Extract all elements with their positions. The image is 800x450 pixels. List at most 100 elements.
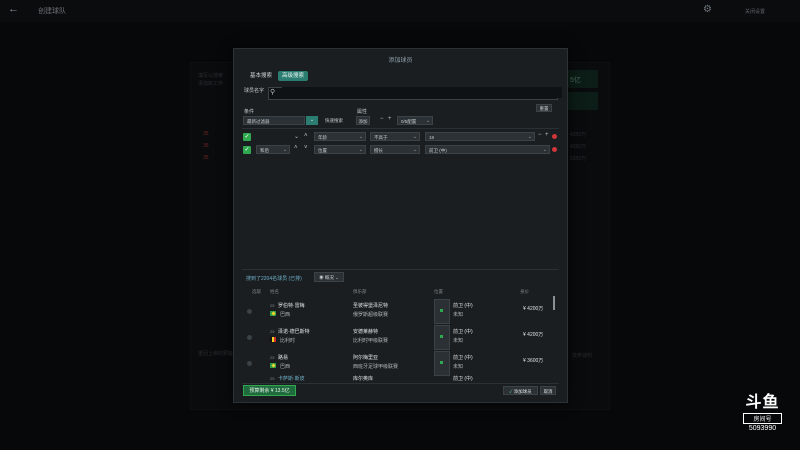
divider [242,383,559,384]
chevron-down-icon[interactable]: ⌄ [306,116,318,125]
filter-2-field: 位置 [318,148,327,153]
attr-minus-icon[interactable]: − [380,116,384,122]
filter-2-logic-select[interactable]: 和后 ⌄ [256,145,290,154]
player-name[interactable]: 罗伯特·雷梅 [278,302,305,309]
column-header-name[interactable]: 姓名 [270,289,279,295]
column-header-club[interactable]: 俱乐部 [353,289,367,295]
add-player-dialog: 添加球员 基本搜索 高级搜索 球员名字 ⚲ 条件 属性 重置 最新过滤器 ⌄ 快… [233,48,568,403]
tab-basic-search[interactable]: 基本搜索 [246,71,276,81]
player-club[interactable]: 库尔奥库 [353,375,373,382]
filter-2-op-select[interactable]: 擅长 ⌄ [370,145,420,154]
column-header-position[interactable]: 位置 [434,289,443,295]
table-row[interactable]: 25 卡萨斯·斯皮 库尔奥库 前卫 (中) [234,375,549,383]
filter-2-field-select[interactable]: 位置 ⌄ [314,145,366,154]
attr-plus-icon[interactable]: + [388,116,392,122]
player-position: 前卫 (中) [453,376,473,382]
player-nationality: 巴西 [280,312,291,318]
filter-2-logic: 和后 [260,148,269,153]
player-value: ¥ 4200万 [523,306,544,312]
filter-2-value-select[interactable]: 前卫 (中) ⌄ [425,145,550,154]
divider [242,269,559,270]
player-status: 未知 [453,312,464,318]
player-pos-number: 25 [270,376,275,381]
chevron-down-icon: ⌄ [527,134,532,140]
chevron-down-icon[interactable]: ⌄ [294,133,299,140]
player-pos-number: 25 [270,355,275,360]
quick-search-button[interactable]: 快速搜索 [320,116,348,125]
attr-count-select[interactable]: 0/5配置 ⌄ [397,116,433,125]
filter-1-field-select[interactable]: 年龄 ⌄ [314,132,366,141]
filter-1-checkbox[interactable]: ✓ [243,133,251,141]
brazil-flag-icon [270,363,276,368]
move-up-icon[interactable]: ˄ [294,145,298,151]
player-league: 西班牙足球甲级联赛 [353,364,399,370]
player-name[interactable]: 路易 [278,354,288,361]
cancel-button[interactable]: 取消 [540,386,556,395]
budget-remaining-button[interactable]: 预算剩余 ¥ 13.5亿 [243,385,296,396]
player-club[interactable]: 阿尔梅里亚 [353,354,378,361]
top-bar: ← 创建球队 ⚙ 关闭设置 [0,0,800,22]
filter-2-op: 擅长 [374,148,383,153]
chevron-down-icon: ⌄ [425,118,430,124]
plus-icon[interactable]: + [545,132,549,138]
filter-1-value: 18 [429,135,435,140]
filter-1-op: 不高于 [374,135,388,140]
move-down-icon[interactable]: ˅ [304,145,308,151]
filter-2-checkbox[interactable]: ✓ [243,146,251,154]
reset-button[interactable]: 重置 [536,104,552,112]
back-arrow-icon[interactable]: ← [8,3,19,15]
player-position: 前卫 (中) [453,303,473,309]
position-pitch-icon [434,325,450,350]
player-club[interactable]: 安德莱赫特 [353,328,378,335]
conditions-label: 条件 [244,109,255,115]
delete-filter-icon[interactable] [552,147,557,152]
add-player-button-label: 添加球员 [513,389,532,394]
chevron-down-icon: ⌄ [542,147,547,153]
chevron-down-icon: ⌄ [412,134,417,140]
column-header-select: 选取 [252,289,261,294]
minus-icon[interactable]: − [538,132,542,138]
player-league: 比利时甲级联赛 [353,338,389,344]
filter-1-value-select[interactable]: 18 ⌄ [425,132,535,141]
gear-icon[interactable]: ⚙ [703,4,712,15]
delete-filter-icon[interactable] [552,134,557,139]
search-icon: ⚲ [270,89,276,96]
filter-2-value: 前卫 (中) [429,148,447,153]
watermark-sub: 房间号 [743,413,782,424]
attributes-label: 属性 [357,109,368,115]
check-icon: ✓ [509,389,513,394]
position-marker [440,335,443,338]
chevron-down-icon: ⌄ [412,147,417,153]
player-name-label: 球员名字 [244,88,265,94]
filter-preset-select[interactable]: 最新过滤器 [243,116,305,125]
select-radio[interactable] [247,335,252,340]
select-radio[interactable] [247,309,252,314]
attr-add-button[interactable]: 添加 [356,116,370,125]
attr-count-value: 0/5配置 [401,119,417,124]
position-pitch-icon [434,299,450,324]
belgium-flag-icon [270,337,276,342]
player-name[interactable]: 泽诺·德巴斯特 [278,328,310,335]
position-marker [440,309,443,312]
move-up-icon[interactable]: ˄ [304,133,308,139]
filter-1-field: 年龄 [318,135,327,140]
filter-1-op-select[interactable]: 不高于 ⌄ [370,132,420,141]
player-pos-number: 25 [270,329,275,334]
position-marker [440,361,443,364]
tab-advanced-search[interactable]: 高级搜索 [278,71,309,81]
add-player-button[interactable]: ✓ 添加球员 [503,386,538,395]
player-club[interactable]: 圣彼得堡泽尼特 [353,302,388,309]
brazil-flag-icon [270,311,276,316]
player-name[interactable]: 卡萨斯·斯皮 [278,375,305,382]
player-value: ¥ 4200万 [523,332,544,338]
player-nationality: 比利时 [280,338,296,344]
select-radio[interactable] [247,361,252,366]
results-scrollbar[interactable] [553,296,555,310]
view-mode-select[interactable]: ◉ 概况 ⌄ [314,272,344,282]
close-settings-link[interactable]: 关闭设置 [745,8,765,15]
filter-preset-value: 最新过滤器 [247,119,270,124]
eye-icon: ◉ [319,275,324,280]
position-pitch-icon [434,351,450,376]
player-name-input[interactable] [282,87,562,98]
column-header-value[interactable]: 身价 [520,289,529,295]
